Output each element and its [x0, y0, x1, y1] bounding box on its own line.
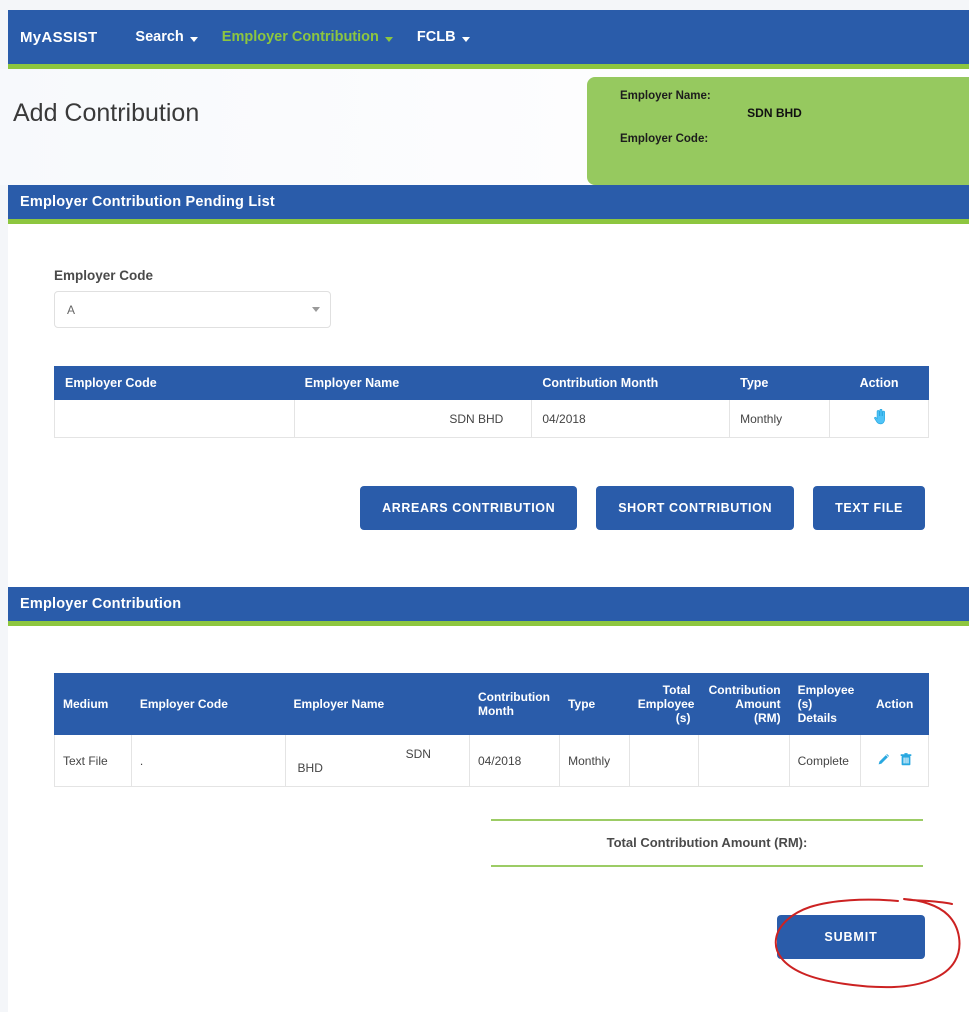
pointing-hand-icon[interactable] — [872, 408, 886, 429]
column-header-employee-details-line2: (s) — [797, 697, 813, 711]
cell-action[interactable] — [829, 399, 929, 438]
column-header-employer-code: Employer Code — [54, 366, 295, 400]
pending-contribution-table: Employer Code Employer Name Contribution… — [54, 366, 929, 438]
employer-code-field-group: Employer Code A — [8, 224, 969, 328]
submit-button[interactable]: SUBMIT — [777, 915, 925, 959]
column-header-employee-details-line1: Employee — [797, 683, 855, 697]
column-header-type: Type — [559, 673, 630, 735]
employer-code-label: Employer Code: — [620, 133, 709, 145]
employer-code-select[interactable]: A — [54, 291, 331, 328]
table-row: Text File . SDN BHD 04/2018 Monthly Comp… — [54, 734, 929, 787]
column-header-employee-details: Employee (s) Details — [788, 673, 862, 735]
column-header-medium: Medium — [54, 673, 132, 735]
text-file-button[interactable]: TEXT FILE — [813, 486, 925, 530]
employer-code-select-value: A — [67, 302, 76, 317]
chevron-down-icon — [189, 36, 198, 42]
page-header-zone: Add Contribution Employer Name: SDN BHD … — [0, 69, 969, 185]
employer-info-card: Employer Name: SDN BHD Employer Code: — [587, 77, 969, 185]
column-header-employer-name: Employer Name — [293, 366, 533, 400]
column-header-employee-details-line3: Details — [797, 711, 837, 725]
nav-item-employer-contribution-label: Employer Contribution — [221, 29, 379, 45]
column-header-contribution-month: Contribution Month — [531, 366, 731, 400]
nav-item-fclb[interactable]: FCLB — [417, 29, 470, 45]
total-contribution-row: Total Contribution Amount (RM): — [8, 819, 923, 867]
column-header-employer-name: Employer Name — [284, 673, 470, 735]
total-contribution-box: Total Contribution Amount (RM): — [491, 819, 923, 867]
column-header-contribution-amount-line3: (RM) — [753, 711, 781, 725]
page-top-strip — [0, 0, 969, 10]
column-header-contribution-month-line2: Month — [477, 704, 514, 718]
cell-employee-details: Complete — [788, 734, 862, 787]
column-header-total-employees-line1: Total — [662, 683, 691, 697]
pencil-icon[interactable] — [877, 753, 894, 769]
column-header-contribution-amount: Contribution Amount (RM) — [698, 673, 790, 735]
pending-list-action-buttons: ARREARS CONTRIBUTION SHORT CONTRIBUTION … — [8, 486, 925, 530]
column-header-total-employees-line3: (s) — [675, 711, 691, 725]
table-row: SDN BHD 04/2018 Monthly — [54, 399, 929, 438]
trash-icon[interactable] — [900, 752, 912, 769]
chevron-down-icon — [384, 36, 393, 42]
column-header-action: Action — [860, 673, 929, 735]
short-contribution-button[interactable]: SHORT CONTRIBUTION — [596, 486, 795, 530]
nav-item-search[interactable]: Search — [135, 29, 198, 45]
employer-contribution-panel: Employer Contribution Medium Employer Co… — [8, 587, 969, 959]
employer-contribution-panel-body: Medium Employer Code Employer Name Contr… — [8, 673, 969, 959]
pending-list-panel-body: Employer Code A Employer Code Employer N… — [8, 224, 969, 587]
cell-medium: Text File — [54, 734, 132, 787]
employer-contribution-table: Medium Employer Code Employer Name Contr… — [54, 673, 929, 787]
employer-name-value: SDN BHD — [747, 106, 802, 120]
table-header-row: Medium Employer Code Employer Name Contr… — [54, 673, 929, 735]
chevron-down-icon — [461, 36, 470, 42]
cell-action[interactable] — [860, 734, 929, 787]
cell-type: Monthly — [559, 734, 630, 787]
cell-employer-name: SDN BHD — [293, 399, 533, 438]
employer-code-field-label: Employer Code — [54, 268, 154, 283]
arrears-contribution-button[interactable]: ARREARS CONTRIBUTION — [360, 486, 578, 530]
cell-total-employees — [628, 734, 700, 787]
nav-item-fclb-label: FCLB — [416, 29, 456, 45]
column-header-total-employees: Total Employee (s) — [628, 673, 700, 735]
top-navbar: MyASSIST Search Employer Contribution FC… — [0, 10, 969, 69]
cell-contribution-amount — [698, 734, 790, 787]
table-header-row: Employer Code Employer Name Contribution… — [54, 366, 929, 400]
chevron-down-icon — [312, 307, 320, 312]
cell-employer-name: SDN BHD — [284, 734, 470, 787]
cell-employer-code — [54, 399, 295, 438]
pending-list-panel-title: Employer Contribution Pending List — [8, 185, 969, 224]
employer-name-label: Employer Name: — [620, 90, 711, 102]
column-header-employer-code: Employer Code — [130, 673, 286, 735]
cell-employer-code: . — [130, 734, 286, 787]
submit-button-row: SUBMIT — [8, 915, 925, 959]
cell-employer-name-line1: SDN — [405, 746, 431, 761]
column-header-total-employees-line2: Employee — [637, 697, 695, 711]
cell-employer-name-line2: BHD — [297, 760, 323, 775]
column-header-contribution-amount-line2: Amount — [735, 697, 781, 711]
column-header-contribution-month-line1: Contribution — [477, 690, 550, 704]
cell-type: Monthly — [729, 399, 831, 438]
column-header-contribution-month: Contribution Month — [468, 673, 561, 735]
total-contribution-label: Total Contribution Amount (RM): — [606, 835, 808, 850]
pending-list-panel: Employer Contribution Pending List Emplo… — [8, 185, 969, 587]
nav-item-employer-contribution[interactable]: Employer Contribution — [222, 29, 393, 45]
app-brand[interactable]: MyASSIST — [20, 29, 97, 46]
column-header-action: Action — [829, 366, 929, 400]
cell-contribution-month: 04/2018 — [468, 734, 561, 787]
page-title: Add Contribution — [13, 99, 200, 127]
column-header-contribution-amount-line1: Contribution — [708, 683, 781, 697]
column-header-type: Type — [729, 366, 831, 400]
nav-item-search-label: Search — [135, 29, 184, 45]
employer-code-value — [620, 149, 969, 164]
employer-contribution-panel-title: Employer Contribution — [8, 587, 969, 626]
cell-contribution-month: 04/2018 — [531, 399, 731, 438]
